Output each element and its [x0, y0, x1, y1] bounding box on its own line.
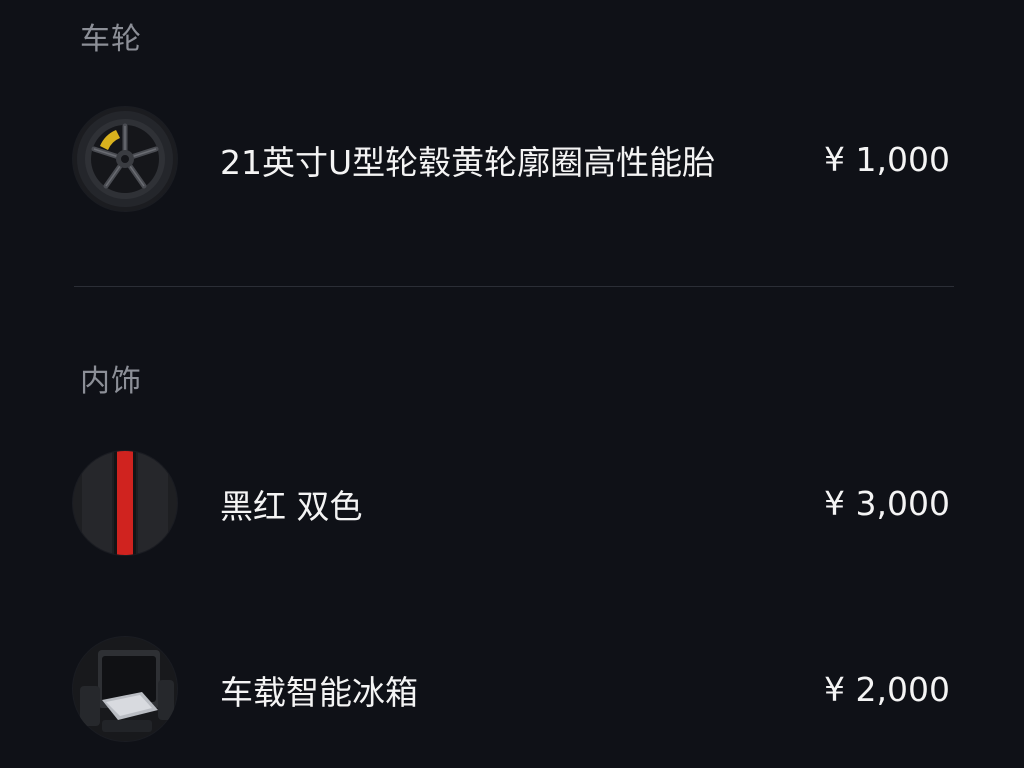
item-price: ¥ 2,000 — [824, 670, 950, 709]
section-title-interior: 内饰 — [80, 364, 142, 399]
item-name: 车载智能冰箱 — [220, 673, 418, 712]
wheel-icon — [72, 106, 178, 212]
interior-swatch-icon — [72, 450, 178, 556]
list-item-wheel-option[interactable]: 21英寸U型轮毂黄轮廓圈高性能胎 ¥ 1,000 — [72, 106, 954, 216]
section-divider — [74, 286, 954, 287]
section-title-wheels: 车轮 — [80, 22, 142, 57]
item-price: ¥ 1,000 — [824, 140, 950, 179]
list-item-fridge-option[interactable]: 车载智能冰箱 ¥ 2,000 — [72, 636, 954, 746]
item-name: 21英寸U型轮毂黄轮廓圈高性能胎 — [220, 143, 716, 182]
item-name: 黑红 双色 — [220, 487, 363, 526]
fridge-icon — [72, 636, 178, 742]
options-summary-page: 车轮 21英寸U型轮毂黄轮廓圈高性能胎 ¥ 1,000 内饰 黑红 双色 ¥ 3… — [0, 0, 1024, 768]
list-item-interior-color-option[interactable]: 黑红 双色 ¥ 3,000 — [72, 450, 954, 560]
item-price: ¥ 3,000 — [824, 484, 950, 523]
